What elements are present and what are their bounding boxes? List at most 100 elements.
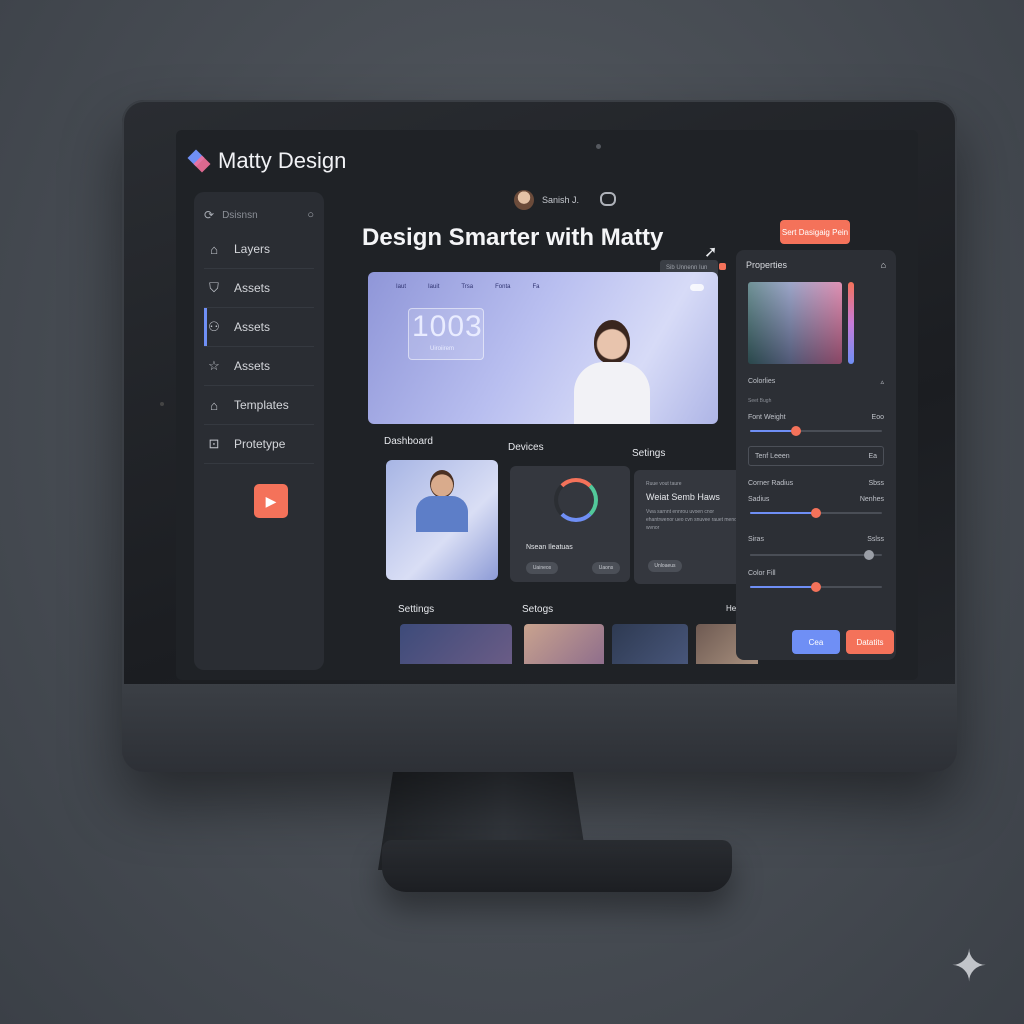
slider-knob[interactable] <box>791 426 802 436</box>
properties-header: Properties ⌂ <box>746 260 886 270</box>
slider-knob[interactable] <box>811 508 821 518</box>
template-icon: ⌂ <box>210 397 218 413</box>
text-field-label: Tenf Leeen <box>755 452 790 460</box>
hero-toggle[interactable] <box>690 284 704 291</box>
sidebar-item-prototype[interactable]: ⊡ Protetype <box>204 425 314 464</box>
devices-card-title: Nsean Ileatuas <box>526 544 573 551</box>
search-icon[interactable]: ○ <box>307 209 314 221</box>
hero-person-body <box>574 362 650 424</box>
devices-card-button[interactable]: Uaineos <box>526 562 558 574</box>
section-setogs: Setogs <box>522 604 554 615</box>
slider-knob[interactable] <box>863 550 874 560</box>
font-weight-value: Eoo <box>871 414 884 421</box>
hero-stat: 1003 <box>412 310 483 343</box>
settings-card-kicker: Ruue vout taure <box>646 481 682 487</box>
sidebar-item-layers[interactable]: ⌂ Layers <box>204 230 314 269</box>
color-fill-slider[interactable] <box>750 582 882 592</box>
hero-nav: Iaut Iauit Trsa Fonta Fa <box>396 284 540 290</box>
chat-icon[interactable] <box>600 192 616 206</box>
hero-nav-item[interactable]: Iauit <box>428 284 439 290</box>
hue-slider[interactable] <box>848 282 854 364</box>
dashboard-person-head <box>430 470 454 498</box>
sizes-slider[interactable] <box>750 550 882 560</box>
hero-banner: Iaut Iauit Trsa Fonta Fa 1003 Uiroiirem <box>368 272 718 424</box>
user-menu[interactable]: Sanish J. <box>514 190 579 210</box>
font-weight-slider[interactable] <box>750 426 882 436</box>
dashboard-person-body <box>416 496 468 532</box>
thumbnail[interactable] <box>524 624 604 664</box>
radius-value: Nenhes <box>859 496 884 503</box>
shield-icon: ⛉ <box>209 280 219 295</box>
play-button[interactable]: ▶ <box>254 484 288 518</box>
sidebar-item-assets-active[interactable]: ⚇ Assets <box>204 308 314 347</box>
sidebar-item-assets[interactable]: ⛉ Assets <box>204 269 314 308</box>
slider-knob[interactable] <box>811 582 821 592</box>
gauge-icon <box>554 478 598 522</box>
star-icon: ☆ <box>208 358 220 373</box>
hero-person-image <box>564 320 660 424</box>
sidebar-search[interactable]: ⟳ Dsisnsn ○ <box>204 200 314 230</box>
colors-label: Colorlies <box>748 378 776 385</box>
radius-slider[interactable] <box>750 508 882 518</box>
text-field-value: Ea <box>868 452 877 460</box>
sizes-row: Siras Sslss <box>748 536 884 543</box>
home-icon: ⌂ <box>210 241 218 257</box>
refresh-icon: ⟳ <box>204 208 215 222</box>
avatar <box>514 190 534 210</box>
color-picker-swatch[interactable] <box>748 282 842 364</box>
sidebar-item-label: Templates <box>234 398 289 412</box>
slider-fill <box>750 430 797 432</box>
lock-icon: ⊡ <box>208 436 220 451</box>
hero-nav-item[interactable]: Trsa <box>461 284 473 290</box>
settings-card[interactable]: Ruue vout taure Weiat Semb Haws Vwa sarn… <box>634 470 750 584</box>
sidebar-item-label: Assets <box>234 320 271 334</box>
slider-fill <box>750 586 816 588</box>
text-field[interactable]: Tenf Leeen Ea <box>748 446 884 466</box>
settings-card-button[interactable]: Unloaeus <box>648 560 682 572</box>
radius-row: Sadius Nenhes <box>748 496 884 503</box>
mini-input-value: Sib Unnenn Iun <box>666 265 708 271</box>
app-window: Matty Design ⟳ Dsisnsn ○ ⌂ Layers ⛉ Asse… <box>176 130 918 680</box>
sidebar-item-assets-starred[interactable]: ☆ Assets <box>204 347 314 386</box>
home-icon[interactable]: ⌂ <box>881 260 886 270</box>
section-devices: Devices <box>508 442 544 453</box>
user-name: Sanish J. <box>542 195 580 205</box>
properties-panel: Properties ⌂ Colorlies ▵ Seet Bugh Font … <box>736 250 896 660</box>
monitor: Matty Design ⟳ Dsisnsn ○ ⌂ Layers ⛉ Asse… <box>122 100 957 772</box>
brand-name: Matty Design <box>218 148 347 173</box>
slider-fill <box>750 554 869 556</box>
person-icon: ⚇ <box>208 319 220 334</box>
colors-row: Colorlies ▵ <box>748 378 884 386</box>
hero-nav-item[interactable]: Iaut <box>396 284 406 290</box>
close-icon[interactable] <box>719 263 726 270</box>
corner-row: Corner Radius Sbss <box>748 480 884 487</box>
sidebar: ⟳ Dsisnsn ○ ⌂ Layers ⛉ Assets ⚇ Assets ☆… <box>194 192 324 670</box>
color-fill-label: Color Fill <box>748 570 776 577</box>
monitor-chin <box>122 684 957 772</box>
thumbnail[interactable] <box>612 624 688 664</box>
slider-fill <box>750 512 816 514</box>
settings-card-text: Vwa sarnnt ennrou uvoen cnor ehantrwenor… <box>646 509 737 531</box>
sidebar-item-label: Protetype <box>234 437 286 451</box>
apply-button[interactable]: Datatits <box>846 630 894 654</box>
cancel-button[interactable]: Cea <box>792 630 840 654</box>
corner-value: Sbss <box>868 480 884 487</box>
hero-nav-item[interactable]: Fa <box>532 284 539 290</box>
hero-nav-item[interactable]: Fonta <box>495 284 510 290</box>
play-icon: ▶ <box>265 492 277 509</box>
camera-dot <box>596 144 601 149</box>
sidebar-item-label: Assets <box>234 281 271 295</box>
devices-card-button[interactable]: Uaons <box>592 562 620 574</box>
corner-label: Corner Radius <box>748 480 794 487</box>
sidebar-item-templates[interactable]: ⌂ Templates <box>204 386 314 425</box>
cta-button[interactable]: Sert Dasigaig Pein <box>780 220 850 244</box>
kicker-row: Seet Bugh <box>748 398 884 404</box>
thumbnail[interactable] <box>400 624 512 664</box>
sidebar-search-label: Dsisnsn <box>222 209 258 221</box>
page-title: Design Smarter with Matty <box>362 224 664 251</box>
dashboard-card[interactable] <box>386 460 498 580</box>
chevron-up-icon[interactable]: ▵ <box>880 378 884 386</box>
section-settings: Setings <box>632 448 666 459</box>
hero-person-head <box>594 320 630 364</box>
devices-card[interactable]: Nsean Ileatuas Uaineos Uaons <box>510 466 630 582</box>
